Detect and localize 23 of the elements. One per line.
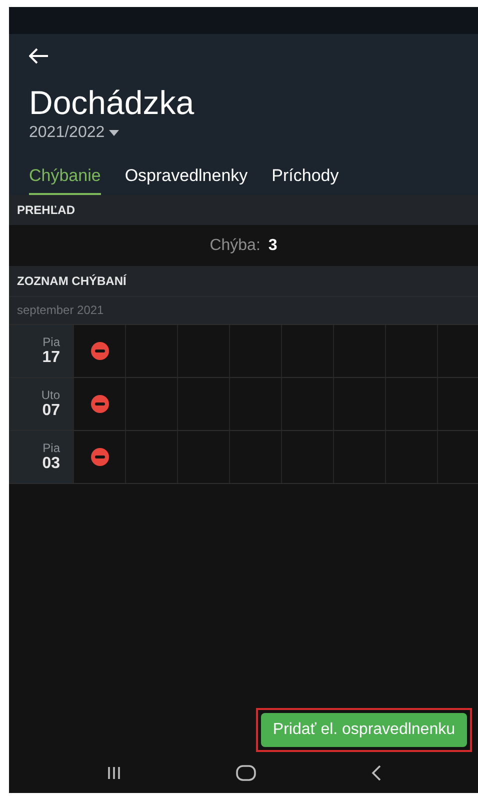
- minus-circle-icon: [90, 342, 108, 360]
- weekday-label: Uto: [41, 388, 60, 402]
- weekday-label: Pia: [42, 335, 60, 349]
- back-arrow-icon[interactable]: [29, 48, 49, 64]
- minus-circle-icon: [90, 448, 108, 466]
- day-number: 07: [42, 402, 60, 420]
- back-icon[interactable]: [370, 764, 380, 780]
- absence-label: Chýba:: [210, 236, 260, 254]
- section-header: PREHĽAD: [9, 195, 478, 225]
- recent-apps-icon[interactable]: [106, 766, 120, 780]
- caret-icon: [108, 130, 119, 136]
- minus-circle-icon: [90, 395, 108, 413]
- day-number: 03: [42, 455, 60, 473]
- tab[interactable]: Ospravedlnenky: [124, 166, 248, 195]
- page-title: Dochádzka: [29, 84, 196, 122]
- absence-count: 3: [268, 236, 278, 254]
- school-year-dropdown[interactable]: 2021/2022: [29, 124, 119, 142]
- section-header: ZOZNAM CHÝBANÍ: [9, 266, 478, 296]
- home-icon[interactable]: [236, 764, 256, 780]
- tab[interactable]: Príchody: [272, 166, 339, 195]
- day-number: 17: [42, 349, 60, 367]
- weekday-label: Pia: [42, 441, 60, 455]
- month-header: september 2021: [9, 296, 478, 324]
